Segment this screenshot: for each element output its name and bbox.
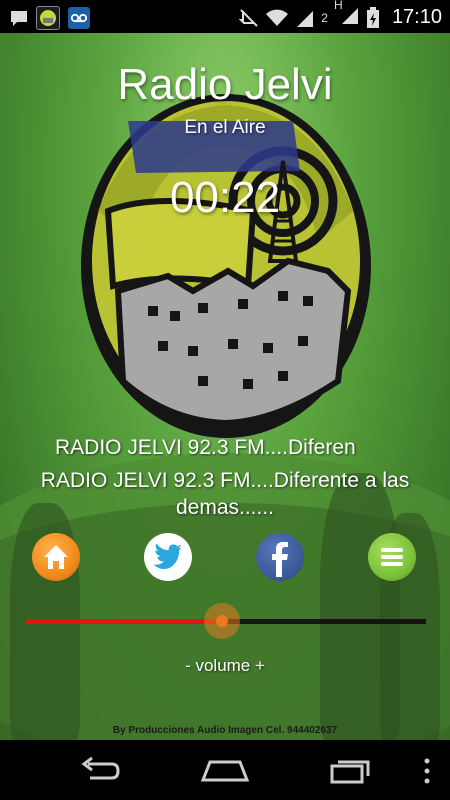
recents-icon[interactable] [328, 756, 372, 786]
radio-player-screen: Radio Jelvi En el Aire 00:22 RADIO JELVI… [0, 33, 450, 740]
clock: 17:10 [391, 6, 442, 28]
scrolling-ticker: RADIO JELVI 92.3 FM....Diferen [55, 436, 356, 459]
wifi-icon [266, 9, 289, 26]
notification-icons [10, 6, 90, 30]
volume-label: - volume + [185, 656, 265, 675]
broadcast-status: En el Aire [184, 117, 266, 138]
network-label: H [333, 0, 343, 12]
facebook-button[interactable] [256, 533, 304, 581]
overflow-icon[interactable] [422, 756, 432, 786]
network-group: H [334, 0, 360, 30]
credits-text: By Producciones Audio Imagen Cel. 944402… [112, 725, 338, 736]
volume-slider-thumb-core[interactable] [216, 615, 228, 627]
twitter-icon [153, 543, 182, 570]
system-icons: 2 H 17:10 [239, 0, 442, 30]
chat-icon [11, 11, 27, 26]
signal-icon [341, 8, 358, 24]
battery-icon [366, 6, 379, 28]
elapsed-timer: 00:22 [169, 173, 281, 222]
twitter-button[interactable] [144, 533, 192, 581]
menu-icon [381, 548, 403, 566]
signal-label: 2 [321, 10, 328, 25]
menu-button[interactable] [368, 533, 416, 581]
voicemail-icon [68, 7, 90, 29]
status-bar: 2 H 17:10 [0, 0, 450, 33]
app-logo-icon [36, 6, 60, 30]
volume-slider-filled[interactable] [26, 619, 222, 624]
facebook-icon [272, 542, 288, 577]
station-title: Radio Jelvi [117, 60, 333, 109]
back-icon[interactable] [78, 756, 122, 786]
mute-icon [239, 8, 258, 27]
signal-icon [297, 10, 314, 27]
home-button[interactable] [32, 533, 80, 581]
now-playing-text: RADIO JELVI 92.3 FM....Diferente a las d… [40, 469, 410, 519]
navigation-bar [0, 740, 450, 800]
home-icon[interactable] [200, 756, 250, 786]
volume-slider-track[interactable] [222, 619, 426, 624]
radio-logo [81, 94, 371, 438]
home-icon [44, 545, 68, 569]
